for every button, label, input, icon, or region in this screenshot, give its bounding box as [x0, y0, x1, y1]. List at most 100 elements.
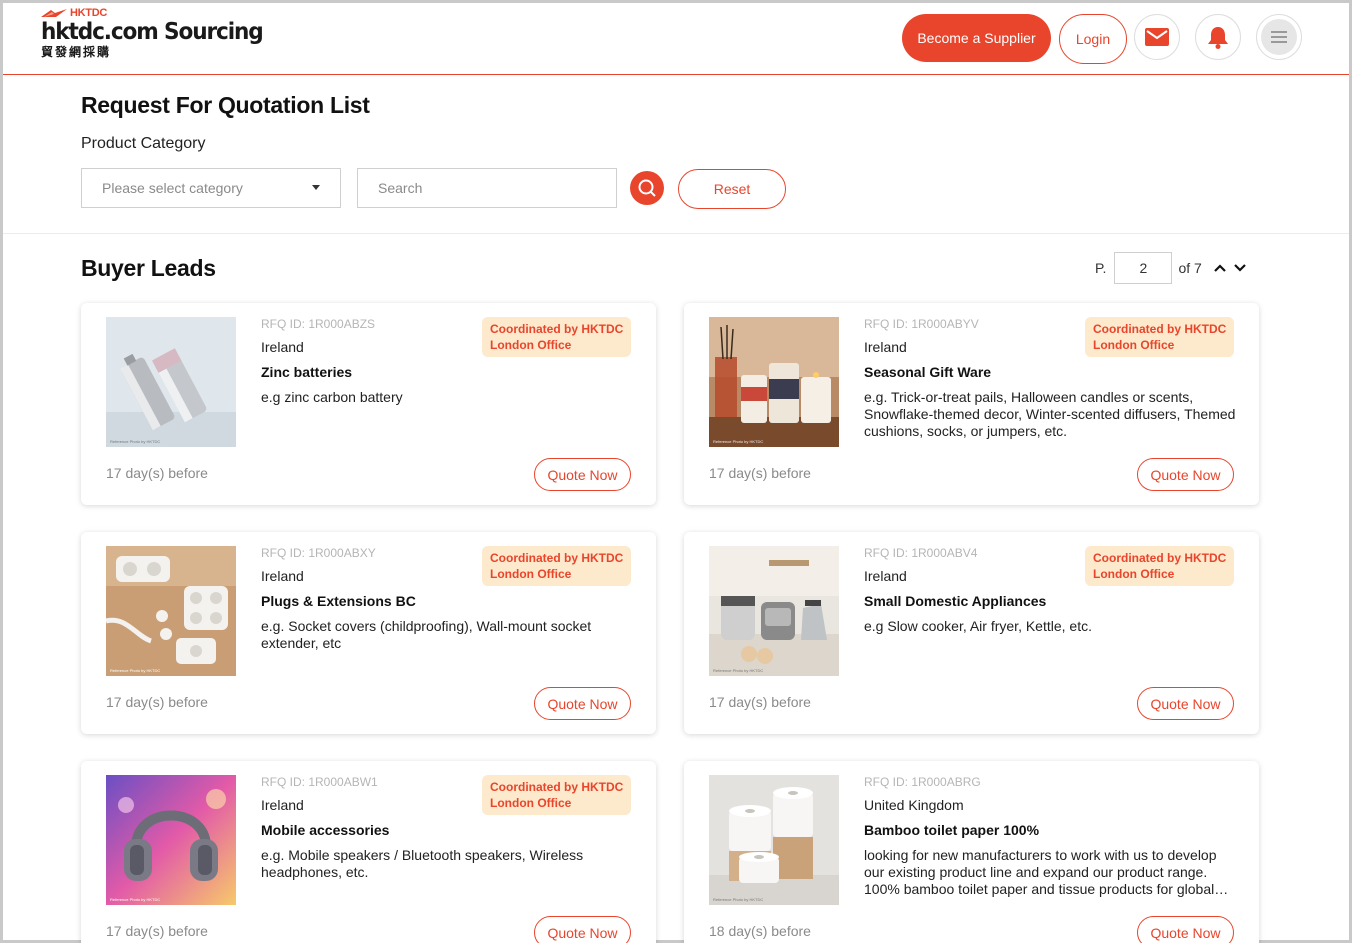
buyer-leads-title: Buyer Leads: [81, 255, 216, 281]
buyer-country: Ireland: [261, 797, 304, 813]
mail-button[interactable]: [1134, 14, 1180, 60]
svg-text:Reference Photo by HKTDC: Reference Photo by HKTDC: [110, 897, 160, 902]
posted-age: 17 day(s) before: [709, 694, 811, 710]
bell-icon: [1208, 27, 1228, 49]
coordinated-badge: Coordinated by HKTDC London Office: [482, 775, 631, 815]
posted-age: 17 day(s) before: [106, 694, 208, 710]
badge-line-2: London Office: [490, 567, 572, 581]
posted-age: 17 day(s) before: [709, 465, 811, 481]
buyer-country: Ireland: [864, 568, 907, 584]
lead-title[interactable]: Small Domestic Appliances: [864, 593, 1046, 609]
coordinated-badge: Coordinated by HKTDC London Office: [482, 546, 631, 586]
lead-title[interactable]: Zinc batteries: [261, 364, 352, 380]
lead-description: looking for new manufacturers to work wi…: [864, 847, 1229, 897]
buyer-country: Ireland: [864, 339, 907, 355]
badge-line-1: Coordinated by HKTDC: [490, 322, 624, 336]
logo-chinese-text: 貿發網採購: [41, 45, 112, 59]
svg-text:Reference Photo by HKTDC: Reference Photo by HKTDC: [713, 897, 763, 902]
badge-line-2: London Office: [1093, 567, 1175, 581]
quote-now-button[interactable]: Quote Now: [1137, 687, 1234, 720]
section-divider: [3, 233, 1349, 234]
badge-line-1: Coordinated by HKTDC: [1093, 322, 1227, 336]
category-label: Product Category: [81, 135, 206, 152]
badge-line-2: London Office: [490, 796, 572, 810]
rfq-id: RFQ ID: 1R000ABW1: [261, 775, 378, 789]
menu-button[interactable]: [1256, 14, 1302, 60]
lead-title[interactable]: Bamboo toilet paper 100%: [864, 822, 1039, 838]
reset-button[interactable]: Reset: [678, 169, 786, 209]
site-header: HKTDC hktdc.com Sourcing 貿發網採購 Become a …: [3, 3, 1349, 75]
lead-card[interactable]: Reference Photo by HKTDC RFQ ID: 1R000AB…: [684, 532, 1259, 734]
search-button[interactable]: [630, 171, 664, 205]
search-icon: [638, 179, 656, 197]
lead-card[interactable]: Reference Photo by HKTDC RFQ ID: 1R000AB…: [684, 761, 1259, 943]
caret-down-icon: [312, 185, 320, 190]
badge-line-1: Coordinated by HKTDC: [490, 551, 624, 565]
menu-icon-wrapper: [1261, 19, 1297, 55]
rfq-id: RFQ ID: 1R000ABYV: [864, 317, 979, 331]
toilet-paper-photo: Reference Photo by HKTDC: [709, 775, 839, 905]
become-supplier-button[interactable]: Become a Supplier: [902, 14, 1051, 62]
battery-photo: Reference Photo by HKTDC: [106, 317, 236, 447]
posted-age: 17 day(s) before: [106, 465, 208, 481]
lead-title[interactable]: Mobile accessories: [261, 822, 389, 838]
hktdc-bird-icon: [41, 8, 67, 17]
badge-line-2: London Office: [1093, 338, 1175, 352]
lead-description: e.g. Mobile speakers / Bluetooth speaker…: [261, 847, 584, 880]
menu-icon: [1271, 31, 1287, 43]
coordinated-badge: Coordinated by HKTDC London Office: [1085, 546, 1234, 586]
pagination: P. of 7: [1095, 252, 1250, 284]
lead-description: e.g Slow cooker, Air fryer, Kettle, etc.: [864, 618, 1092, 634]
svg-text:Reference Photo by HKTDC: Reference Photo by HKTDC: [713, 668, 763, 673]
lead-title[interactable]: Seasonal Gift Ware: [864, 364, 991, 380]
category-select[interactable]: Please select category: [81, 168, 341, 208]
rfq-id: RFQ ID: 1R000ABRG: [864, 775, 981, 789]
coordinated-badge: Coordinated by HKTDC London Office: [1085, 317, 1234, 357]
posted-age: 17 day(s) before: [106, 923, 208, 939]
quote-now-button[interactable]: Quote Now: [1137, 916, 1234, 943]
svg-text:Reference Photo by HKTDC: Reference Photo by HKTDC: [713, 439, 763, 444]
logo-mark: HKTDC: [41, 7, 277, 19]
lead-description: e.g. Trick-or-treat pails, Halloween can…: [864, 389, 1236, 439]
logo-small-text: HKTDC: [70, 7, 107, 19]
quote-now-button[interactable]: Quote Now: [534, 916, 631, 943]
buyer-country: United Kingdom: [864, 797, 964, 813]
quote-now-button[interactable]: Quote Now: [534, 458, 631, 491]
rfq-id: RFQ ID: 1R000ABXY: [261, 546, 376, 560]
category-select-placeholder: Please select category: [102, 180, 243, 196]
notification-button[interactable]: [1195, 14, 1241, 60]
lead-card[interactable]: Reference Photo by HKTDC RFQ ID: 1R000AB…: [81, 532, 656, 734]
lead-card[interactable]: Reference Photo by HKTDC RFQ ID: 1R000AB…: [81, 303, 656, 505]
page-prefix: P.: [1095, 260, 1107, 276]
rfq-id: RFQ ID: 1R000ABZS: [261, 317, 376, 331]
headphones-photo: Reference Photo by HKTDC: [106, 775, 236, 905]
plugs-photo: Reference Photo by HKTDC: [106, 546, 236, 676]
lead-title[interactable]: Plugs & Extensions BC: [261, 593, 416, 609]
page-number-input[interactable]: [1114, 252, 1173, 284]
quote-now-button[interactable]: Quote Now: [1137, 458, 1234, 491]
page-title: Request For Quotation List: [81, 92, 370, 118]
login-button[interactable]: Login: [1059, 14, 1127, 64]
badge-line-1: Coordinated by HKTDC: [1093, 551, 1227, 565]
lead-card[interactable]: Reference Photo by HKTDC RFQ ID: 1R000AB…: [81, 761, 656, 943]
posted-age: 18 day(s) before: [709, 923, 811, 939]
chevron-up-icon[interactable]: [1210, 258, 1230, 278]
logo-main-text: hktdc.com Sourcing: [41, 19, 264, 45]
candles-photo: Reference Photo by HKTDC: [709, 317, 839, 447]
svg-text:Reference Photo by HKTDC: Reference Photo by HKTDC: [110, 439, 160, 444]
chevron-down-icon[interactable]: [1230, 258, 1250, 278]
page-total: of 7: [1178, 260, 1202, 276]
buyer-country: Ireland: [261, 568, 304, 584]
hktdc-logo[interactable]: HKTDC hktdc.com Sourcing 貿發網採購: [41, 7, 277, 59]
svg-text:Reference Photo by HKTDC: Reference Photo by HKTDC: [110, 668, 160, 673]
mail-icon: [1145, 28, 1169, 46]
rfq-id: RFQ ID: 1R000ABV4: [864, 546, 978, 560]
search-input[interactable]: [357, 168, 617, 208]
badge-line-1: Coordinated by HKTDC: [490, 780, 624, 794]
badge-line-2: London Office: [490, 338, 572, 352]
lead-description: e.g. Socket covers (childproofing), Wall…: [261, 618, 592, 651]
buyer-country: Ireland: [261, 339, 304, 355]
lead-card[interactable]: Reference Photo by HKTDC RFQ ID: 1R000AB…: [684, 303, 1259, 505]
coordinated-badge: Coordinated by HKTDC London Office: [482, 317, 631, 357]
quote-now-button[interactable]: Quote Now: [534, 687, 631, 720]
